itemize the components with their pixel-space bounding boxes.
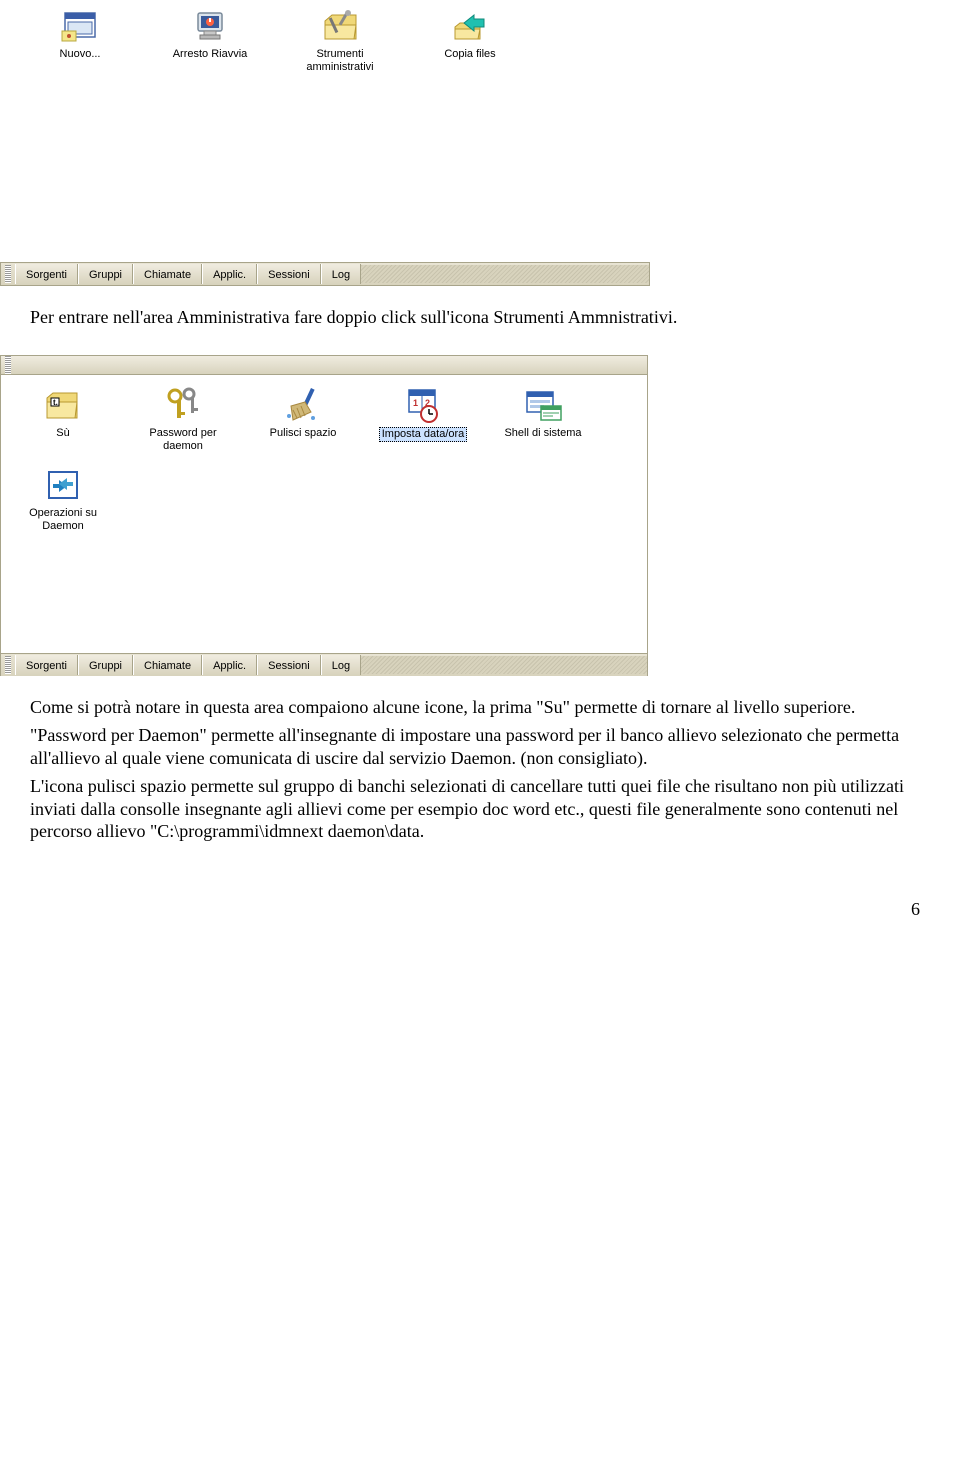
tab-gruppi[interactable]: Gruppi [78, 264, 133, 284]
tab-sessioni[interactable]: Sessioni [257, 264, 321, 284]
panel-label: Password per daemon [137, 427, 229, 453]
tab-bar-top: Sorgenti Gruppi Chiamate Applic. Session… [0, 262, 650, 286]
panel-item-operazioni[interactable]: Operazioni su Daemon [17, 465, 109, 533]
panel-label: Sù [56, 427, 69, 440]
paragraph: Come si potrà notare in questa area comp… [30, 696, 925, 719]
icon-panel: t.. Sù Password per daemon [0, 355, 648, 676]
calendar-clock-icon: 1 2 [403, 385, 443, 425]
tab-applic[interactable]: Applic. [202, 264, 257, 284]
panel-label-selected: Imposta data/ora [379, 427, 468, 442]
toolbar-label: Strumenti amministrativi [290, 48, 390, 74]
tab-grip [5, 356, 11, 374]
toolbar-label: Copia files [444, 48, 495, 61]
tab-log[interactable]: Log [321, 264, 361, 284]
toolbar-label: Arresto Riavvia [173, 48, 248, 61]
svg-text:t..: t.. [53, 398, 60, 407]
body-text-2: Come si potrà notare in questa area comp… [0, 676, 960, 869]
new-window-icon [60, 8, 100, 44]
daemon-ops-icon [43, 465, 83, 505]
shell-window-icon [523, 385, 563, 425]
panel-item-shell[interactable]: Shell di sistema [497, 385, 589, 453]
panel-item-password[interactable]: Password per daemon [137, 385, 229, 453]
toolbar-label: Nuovo... [60, 48, 101, 61]
tab-grip [5, 656, 11, 674]
main-toolbar: Nuovo... Arresto Riavvia Strument [0, 0, 960, 82]
toolbar-item-strumenti[interactable]: Strumenti amministrativi [290, 8, 390, 74]
monitor-shutdown-icon [190, 8, 230, 44]
tab-filler [361, 265, 649, 283]
panel-label: Shell di sistema [504, 427, 581, 440]
tab-sorgenti[interactable]: Sorgenti [15, 655, 78, 675]
tab-filler [361, 656, 647, 674]
panel-icons: t.. Sù Password per daemon [1, 375, 647, 653]
tab-chiamate[interactable]: Chiamate [133, 264, 202, 284]
paragraph: L'icona pulisci spazio permette sul grup… [30, 775, 925, 843]
page-number: 6 [0, 869, 960, 940]
tab-gruppi[interactable]: Gruppi [78, 655, 133, 675]
keys-icon [163, 385, 203, 425]
toolbar-item-nuovo[interactable]: Nuovo... [30, 8, 130, 74]
svg-text:1: 1 [413, 398, 418, 408]
panel-item-su[interactable]: t.. Sù [17, 385, 109, 453]
tab-grip [5, 265, 11, 283]
panel-item-pulisci[interactable]: Pulisci spazio [257, 385, 349, 453]
body-text-1: Per entrare nell'area Amministrativa far… [0, 286, 960, 355]
tab-chiamate[interactable]: Chiamate [133, 655, 202, 675]
tab-bar-bottom: Sorgenti Gruppi Chiamate Applic. Session… [1, 653, 647, 676]
copy-files-icon [450, 8, 490, 44]
panel-label: Operazioni su Daemon [17, 507, 109, 533]
panel-label: Pulisci spazio [270, 427, 337, 440]
admin-tools-icon [320, 8, 360, 44]
tab-sorgenti[interactable]: Sorgenti [15, 264, 78, 284]
tab-sessioni[interactable]: Sessioni [257, 655, 321, 675]
tab-applic[interactable]: Applic. [202, 655, 257, 675]
panel-item-imposta[interactable]: 1 2 Imposta data/ora [377, 385, 469, 453]
panel-toolbar [1, 355, 647, 375]
broom-icon [283, 385, 323, 425]
toolbar-item-arresto[interactable]: Arresto Riavvia [160, 8, 260, 74]
folder-up-icon: t.. [43, 385, 83, 425]
paragraph: Per entrare nell'area Amministrativa far… [30, 306, 925, 329]
paragraph: "Password per Daemon" permette all'inseg… [30, 724, 925, 769]
toolbar-item-copia[interactable]: Copia files [420, 8, 520, 74]
tab-log[interactable]: Log [321, 655, 361, 675]
